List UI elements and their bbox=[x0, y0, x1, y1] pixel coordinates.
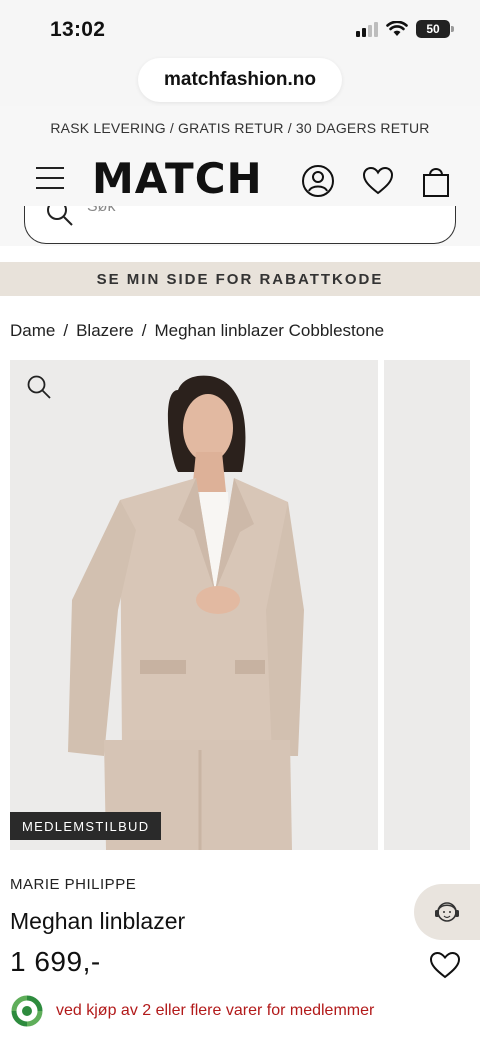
member-offer-badge: MEDLEMSTILBUD bbox=[10, 812, 162, 840]
breadcrumb-current: Meghan linblazer Cobblestone bbox=[154, 321, 385, 340]
breadcrumb-dame[interactable]: Dame bbox=[10, 321, 55, 340]
status-icons: 50 bbox=[356, 20, 454, 38]
search-input[interactable]: Søk bbox=[24, 206, 456, 244]
breadcrumb-blazere[interactable]: Blazere bbox=[76, 321, 134, 340]
model-photo bbox=[68, 375, 304, 850]
discount-code-banner[interactable]: SE MIN SIDE FOR RABATTKODE bbox=[0, 262, 480, 296]
url-bar[interactable]: matchfashion.no bbox=[138, 58, 342, 102]
heart-icon[interactable] bbox=[361, 164, 395, 198]
member-offer-row: ved kjøp av 2 eller flere varer for medl… bbox=[10, 994, 374, 1028]
user-icon[interactable] bbox=[301, 164, 335, 198]
product-image-next[interactable] bbox=[384, 360, 470, 850]
product-name: Meghan linblazer bbox=[10, 908, 186, 934]
product-price: 1 699,- bbox=[10, 946, 101, 977]
signal-icon bbox=[356, 21, 378, 37]
shipping-promo: RASK LEVERING / GRATIS RETUR / 30 DAGERS… bbox=[50, 120, 430, 136]
breadcrumb: Dame / Blazere / Meghan linblazer Cobbleston… bbox=[10, 321, 385, 340]
hamburger-icon[interactable] bbox=[36, 167, 64, 191]
zoom-icon[interactable] bbox=[26, 374, 52, 400]
battery-icon: 50 bbox=[416, 20, 454, 38]
member-offer-text: ved kjøp av 2 eller flere varer for medl… bbox=[56, 1002, 375, 1019]
status-bar: 13:02 50 bbox=[0, 0, 480, 56]
status-time: 13:02 bbox=[50, 18, 106, 41]
shopping-bag-icon[interactable] bbox=[419, 164, 453, 198]
search-icon bbox=[47, 206, 73, 226]
site-logo[interactable]: MATCH bbox=[92, 158, 263, 200]
chat-button[interactable] bbox=[414, 884, 480, 940]
recycle-offer-icon bbox=[11, 995, 43, 1027]
search-placeholder: Søk bbox=[87, 206, 116, 215]
product-brand[interactable]: MARIE PHILIPPE bbox=[10, 876, 136, 893]
wifi-icon bbox=[386, 21, 408, 36]
add-to-wishlist-heart-icon[interactable] bbox=[428, 950, 462, 980]
support-agent-icon bbox=[435, 902, 459, 922]
product-image[interactable]: MEDLEMSTILBUD bbox=[10, 360, 378, 850]
